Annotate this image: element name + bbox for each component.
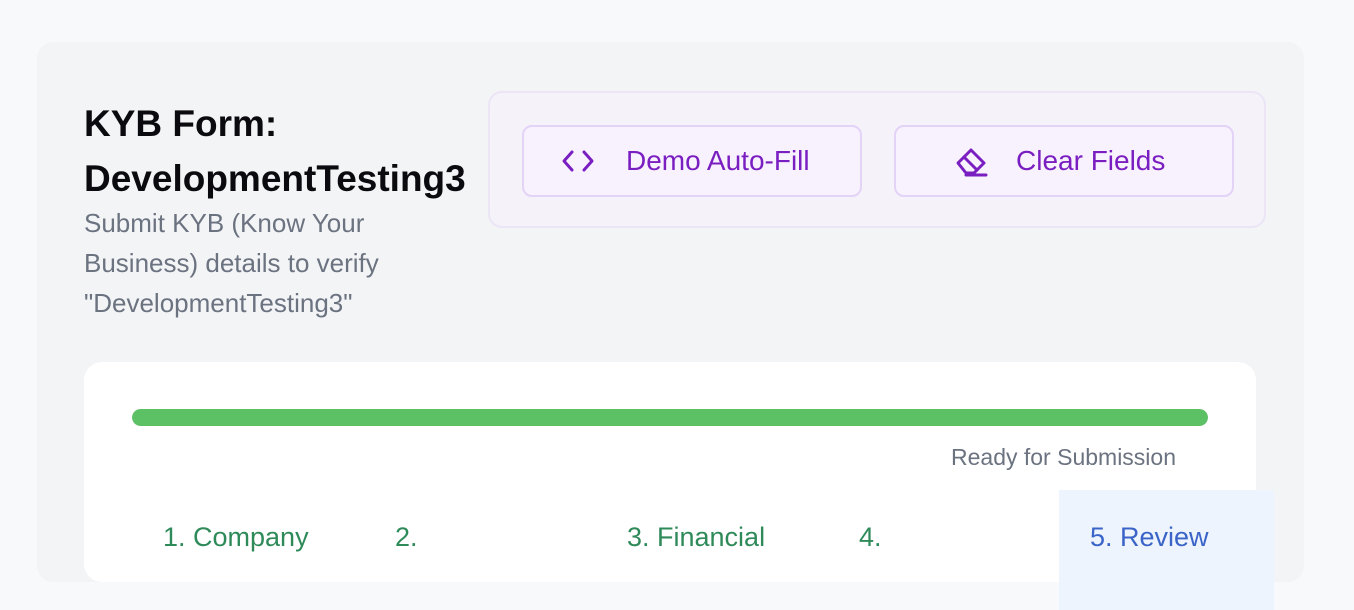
page-subtitle: Submit KYB (Know Your Business) details …: [84, 208, 379, 318]
clear-fields-label: Clear Fields: [1016, 145, 1166, 176]
step-financial[interactable]: 3. Financial: [627, 522, 765, 553]
progress-status: Ready for Submission: [951, 444, 1176, 470]
page-title: KYB Form: DevelopmentTesting3: [84, 103, 466, 199]
eraser-icon: [952, 141, 992, 181]
form-card: Ready for Submission 1. Company 2. 3. Fi…: [84, 362, 1274, 610]
progress-bar-fill: [132, 409, 1208, 426]
step-4[interactable]: 4.: [859, 522, 882, 553]
step-company[interactable]: 1. Company: [163, 522, 309, 553]
clear-fields-button[interactable]: Clear Fields: [894, 125, 1234, 197]
demo-autofill-button[interactable]: Demo Auto-Fill: [522, 125, 862, 197]
progress-bar: [132, 409, 1208, 426]
step-review[interactable]: 5. Review: [1090, 522, 1209, 553]
form-actions-toolbar: Demo Auto-Fill Clear Fields: [488, 91, 1266, 228]
step-2[interactable]: 2.: [395, 522, 418, 553]
demo-autofill-label: Demo Auto-Fill: [626, 145, 810, 176]
code-icon: [558, 141, 598, 181]
